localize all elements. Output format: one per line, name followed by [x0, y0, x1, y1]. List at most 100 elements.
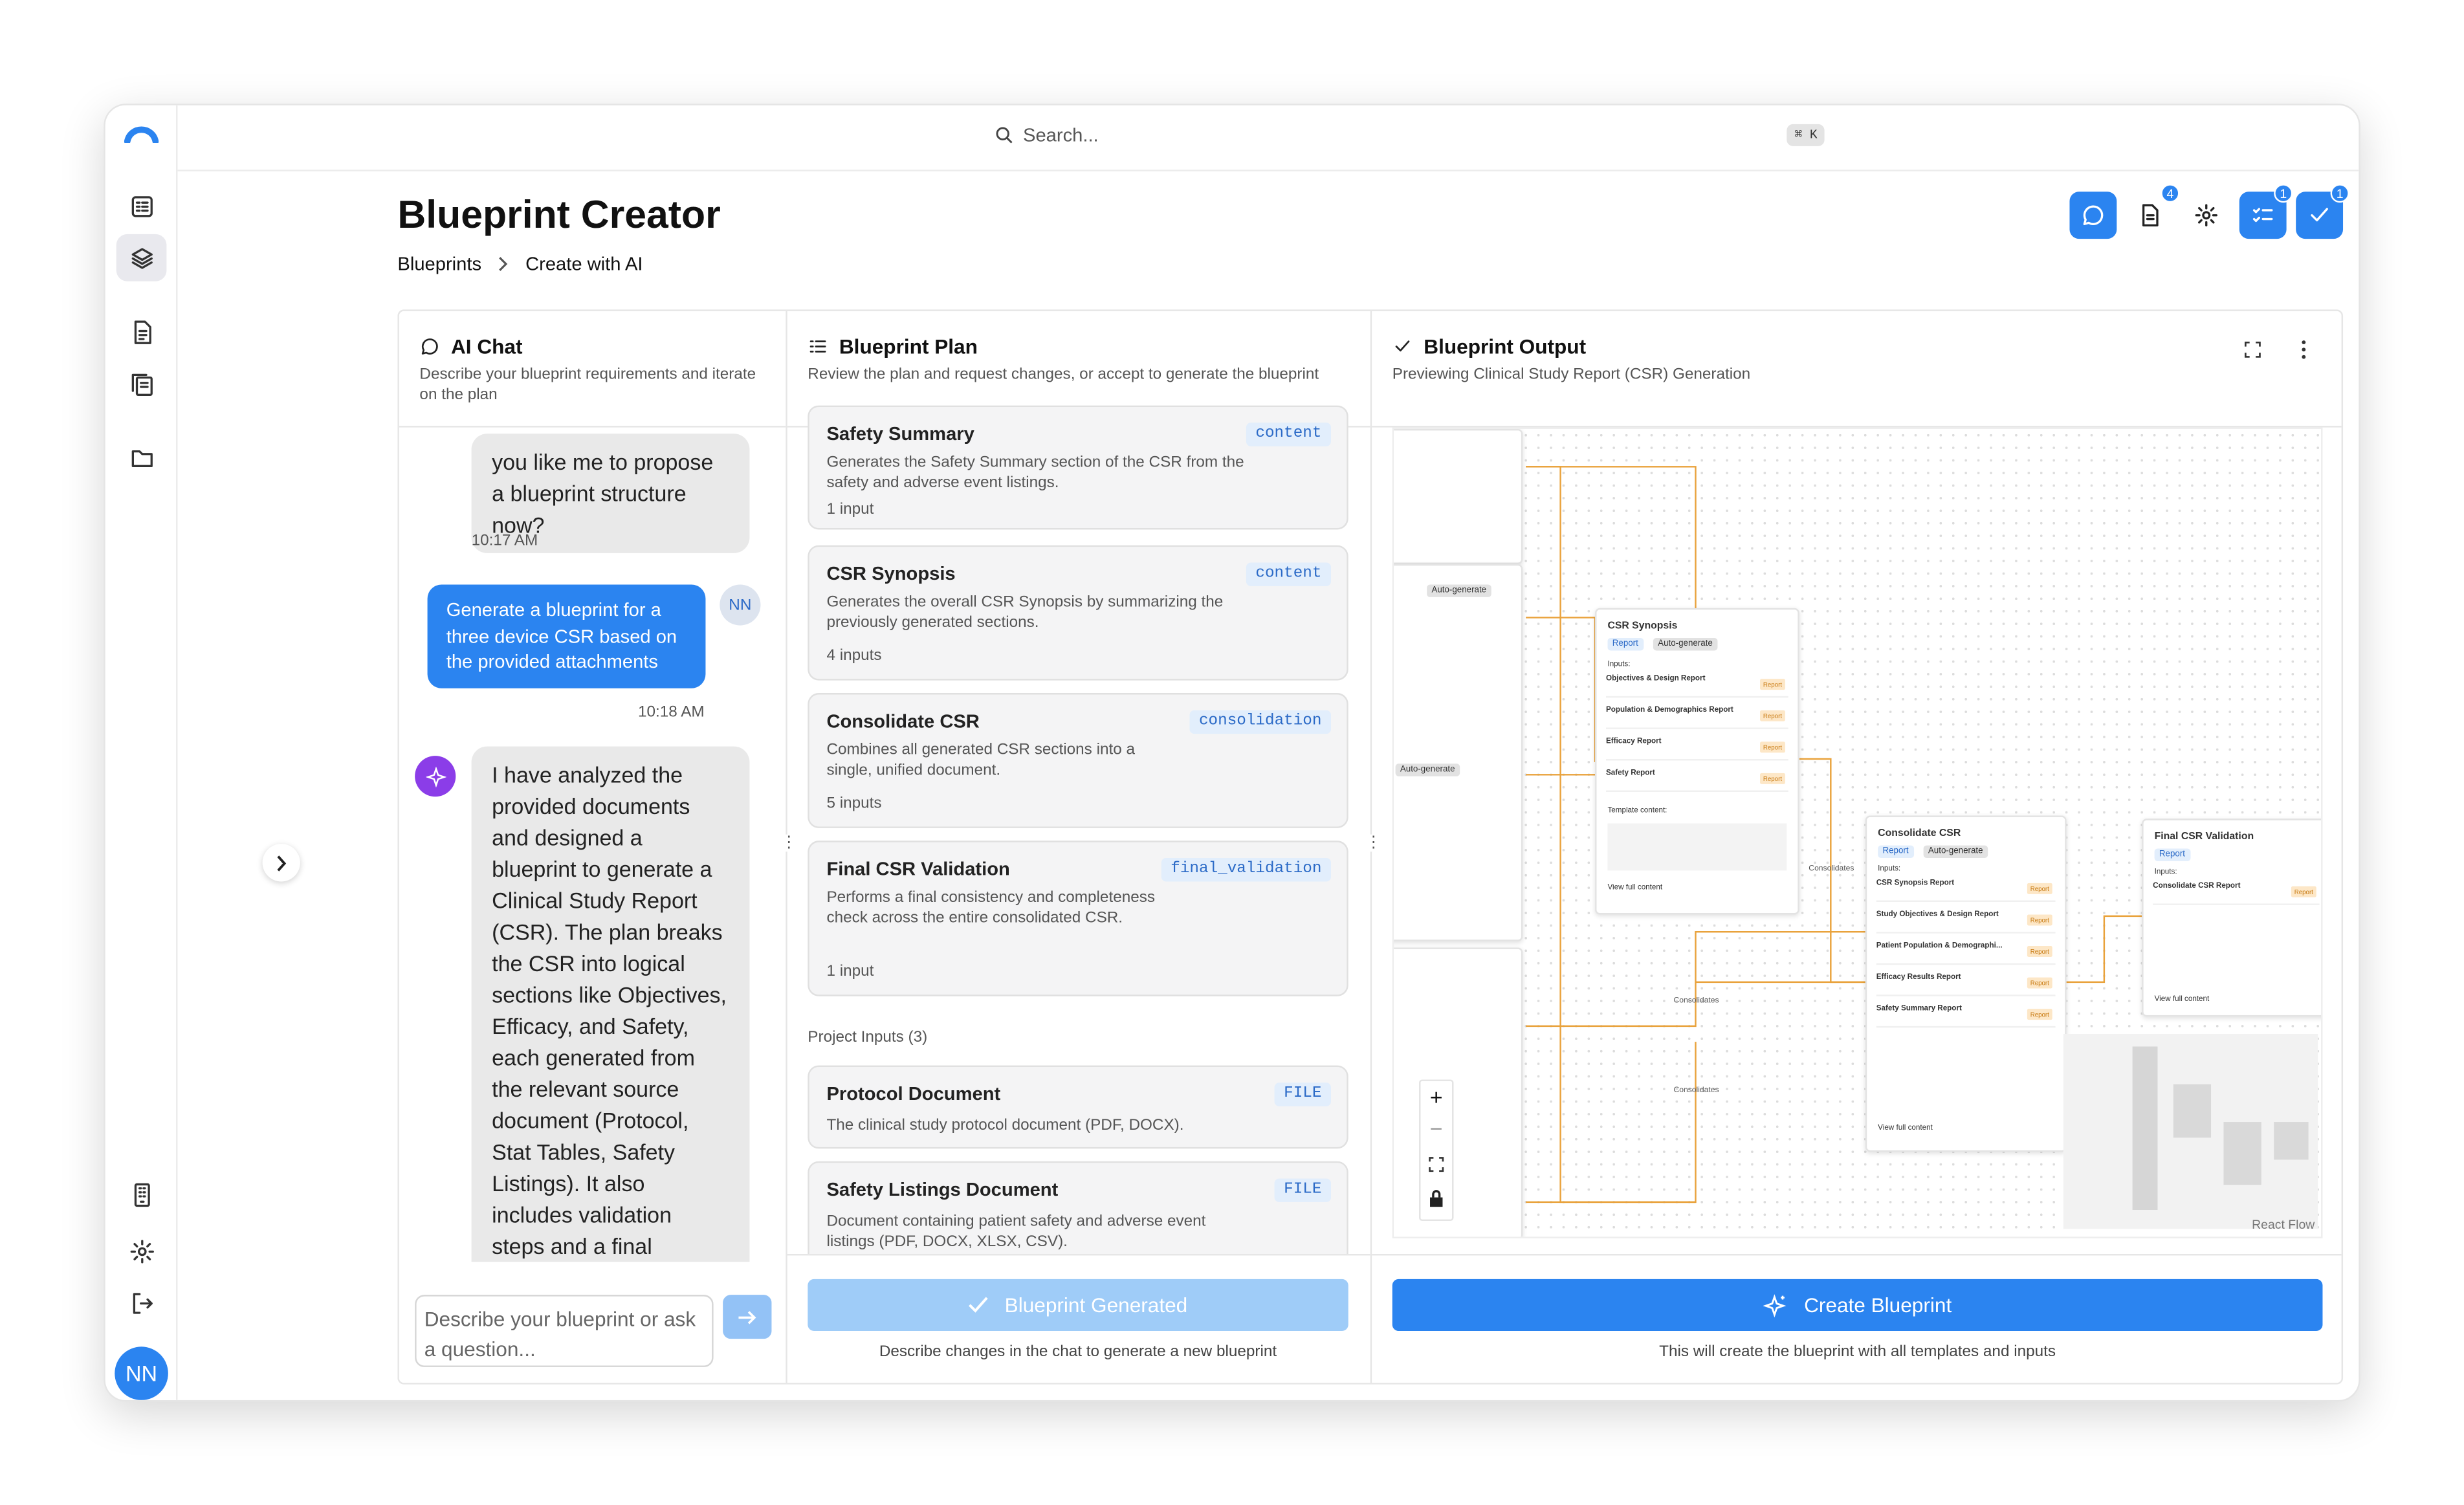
divider [1372, 1254, 2342, 1256]
flow-minimap[interactable] [2063, 1034, 2318, 1229]
search-bar[interactable]: Search... [995, 124, 1099, 146]
plan-step-card[interactable]: Consolidate CSR consolidation Combines a… [808, 693, 1348, 828]
step-tag: final_validation [1161, 858, 1332, 882]
ai-message: I have analyzed the provided documents a… [471, 746, 750, 1262]
output-subtitle: Previewing Clinical Study Report (CSR) G… [1392, 366, 1751, 384]
breadcrumb: Blueprints Create with AI [397, 253, 643, 275]
output-header: Blueprint Output Previewing Clinical Stu… [1372, 311, 2342, 428]
plan-badge: 1 [2274, 184, 2293, 203]
chat-button[interactable] [2069, 192, 2117, 239]
project-input-card[interactable]: Safety Listings Document FILE Document c… [808, 1161, 1348, 1255]
input-tag: FILE [1274, 1178, 1332, 1202]
node-input-row: Objectives & Design Report Report [1606, 676, 1788, 698]
row-label: Population & Demographics Report [1606, 707, 1733, 716]
logout-nav-icon[interactable] [116, 1279, 167, 1326]
step-inputs: 5 inputs [826, 795, 882, 813]
node-input-row: Efficacy Report Report [1606, 738, 1788, 761]
flow-controls: + − [1419, 1079, 1454, 1222]
report-badge: Report [2027, 883, 2052, 894]
approve-button[interactable]: 1 [2296, 184, 2349, 239]
chevron-right-icon [277, 855, 287, 871]
header-actions: 4 1 1 [2069, 184, 2349, 239]
auto-generate-pill: Auto-generate [1923, 845, 1988, 859]
input-name: Safety Listings Document [826, 1178, 1059, 1201]
tasks-nav-icon[interactable] [116, 182, 167, 230]
plan-subtitle: Review the plan and request changes, or … [808, 366, 1319, 384]
node-input-row: Study Objectives & Design Report Report [1876, 912, 2056, 934]
step-name: Consolidate CSR [826, 710, 980, 732]
template-label: Template content: [1607, 807, 1667, 816]
output-note: This will create the blueprint with all … [1659, 1343, 2056, 1361]
row-label: Study Objectives & Design Report [1876, 911, 1999, 919]
view-full-content-link[interactable]: View full content [2155, 996, 2210, 1004]
input-description: The clinical study protocol document (PD… [826, 1117, 1184, 1135]
user-avatar[interactable]: NN [115, 1346, 168, 1400]
zoom-in-icon[interactable]: + [1420, 1084, 1452, 1110]
chat-input[interactable]: Describe your blueprint or ask a questio… [415, 1295, 714, 1367]
flow-node-final-csr-validation[interactable]: Final CSR Validation Report Inputs: Cons… [2142, 818, 2322, 1017]
step-tag: consolidation [1189, 710, 1332, 734]
flow-node-partial[interactable]: Auto-generate Auto-generate [1394, 564, 1523, 941]
react-flow-attribution[interactable]: React Flow [2252, 1218, 2315, 1232]
check-icon [1395, 340, 1410, 352]
list-icon [809, 340, 826, 353]
more-options-icon[interactable] [2300, 340, 2307, 368]
plan-step-card[interactable]: Final CSR Validation final_validation Pe… [808, 840, 1348, 996]
step-tag: content [1246, 423, 1332, 446]
building-nav-icon[interactable] [116, 1170, 167, 1218]
project-input-card[interactable]: Protocol Document FILE The clinical stud… [808, 1065, 1348, 1149]
chat-bubble-icon [421, 338, 438, 355]
plan-button[interactable]: 1 [2239, 184, 2293, 239]
report-pill: Report [1878, 845, 1913, 859]
plan-title: Blueprint Plan [839, 335, 978, 358]
fit-view-icon[interactable] [1427, 1154, 1446, 1182]
fullscreen-icon[interactable] [2243, 340, 2263, 368]
step-inputs: 1 input [826, 963, 874, 981]
user-message: Generate a blueprint for a three device … [427, 584, 706, 688]
search-shortcut-hint: ⌘ K [1787, 124, 1825, 146]
zoom-out-icon[interactable]: − [1420, 1115, 1452, 1141]
flow-node-partial[interactable] [1394, 429, 1523, 564]
row-label: Patient Population & Demographi... [1876, 943, 2003, 951]
row-label: Safety Summary Report [1876, 1005, 1962, 1014]
blueprint-plan-panel: Blueprint Plan Review the plan and reque… [787, 311, 1372, 1383]
flow-node-csr-synopsis[interactable]: CSR Synopsis Report Auto-generate Inputs… [1595, 608, 1799, 915]
plan-note: Describe changes in the chat to generate… [879, 1343, 1277, 1361]
folder-nav-icon[interactable] [116, 434, 167, 481]
expand-sidebar-button[interactable] [262, 844, 300, 882]
step-name: Safety Summary [826, 423, 974, 445]
document-nav-icon[interactable] [116, 308, 167, 355]
create-blueprint-button[interactable]: Create Blueprint [1392, 1279, 2323, 1332]
report-badge: Report [2027, 977, 2052, 989]
lock-icon[interactable] [1429, 1188, 1444, 1216]
view-full-content-link[interactable]: View full content [1878, 1125, 1933, 1133]
flow-canvas[interactable]: Consolidates Consolidates Consolidates A… [1392, 427, 2323, 1238]
documents-stack-nav-icon[interactable] [116, 360, 167, 407]
send-button[interactable] [723, 1295, 772, 1339]
settings-nav-icon[interactable] [116, 1227, 167, 1275]
auto-generate-pill: Auto-generate [1653, 638, 1718, 651]
check-icon [969, 1297, 989, 1313]
blueprint-generated-button[interactable]: Blueprint Generated [808, 1279, 1348, 1332]
settings-button[interactable] [2183, 192, 2230, 239]
breadcrumb-blueprints[interactable]: Blueprints [397, 253, 481, 275]
row-label: CSR Synopsis Report [1876, 880, 1955, 888]
flow-node-consolidate-csr[interactable]: Consolidate CSR Report Auto-generate Inp… [1865, 815, 2067, 1152]
gear-icon [2195, 204, 2217, 226]
message-time: 10:18 AM [638, 704, 705, 721]
chat-bubble-icon [2083, 205, 2104, 225]
app-logo [124, 121, 159, 151]
row-label: Efficacy Report [1606, 738, 1662, 747]
message-time: 10:17 AM [471, 533, 538, 551]
flow-node-partial[interactable] [1394, 947, 1523, 1237]
chat-messages[interactable]: you like me to propose a blueprint struc… [399, 429, 786, 1262]
plan-step-card[interactable]: Safety Summary content Generates the Saf… [808, 405, 1348, 530]
documents-button[interactable]: 4 [2126, 184, 2180, 239]
view-full-content-link[interactable]: View full content [1607, 884, 1662, 892]
plan-step-card[interactable]: CSR Synopsis content Generates the overa… [808, 545, 1348, 681]
sparkle-icon [1763, 1293, 1787, 1317]
plan-scroll[interactable]: Safety Summary content Generates the Saf… [787, 405, 1370, 1255]
blueprints-nav-icon[interactable] [116, 234, 167, 281]
divider [787, 1254, 1370, 1256]
step-description: Generates the overall CSR Synopsis by su… [826, 594, 1224, 632]
